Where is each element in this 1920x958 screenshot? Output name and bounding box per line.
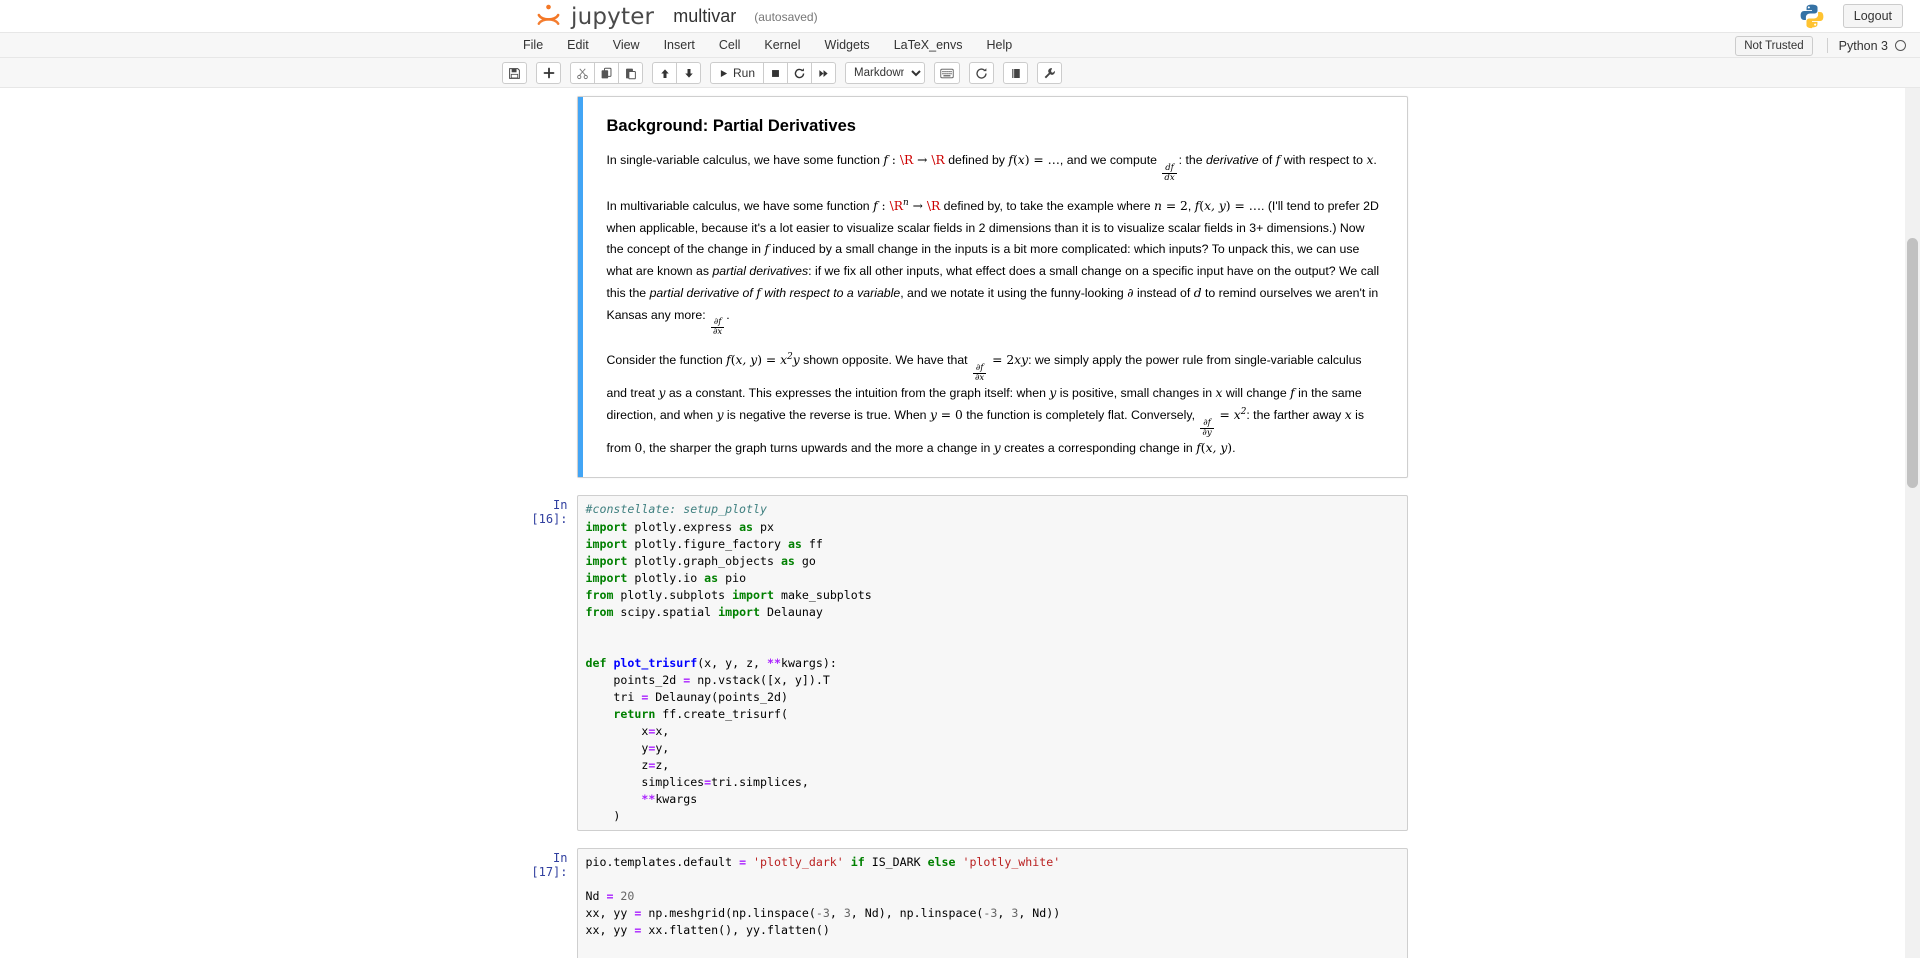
menu-bar: File Edit View Insert Cell Kernel Widget… xyxy=(0,33,1920,58)
notebook-toolbar: Run CodeMarkdownRaw NBConvertHeading xyxy=(0,58,1920,88)
command-palette-button[interactable] xyxy=(934,62,960,84)
python-logo-icon xyxy=(1799,3,1825,29)
menu-edit[interactable]: Edit xyxy=(555,33,601,58)
save-status: (autosaved) xyxy=(754,10,817,24)
trust-status-badge[interactable]: Not Trusted xyxy=(1735,36,1812,56)
save-button[interactable] xyxy=(502,62,527,84)
interrupt-kernel-button[interactable] xyxy=(763,62,788,84)
cell-spacer xyxy=(513,481,1408,495)
nbextensions-config-button[interactable] xyxy=(1037,62,1062,84)
cell-prompt-in-17: In [17]: xyxy=(513,848,577,958)
cell-prompt xyxy=(513,96,577,478)
toggle-toc-button[interactable] xyxy=(1003,62,1028,84)
toolbar-group-move xyxy=(652,62,701,84)
paragraph-3: Consider the function f(x, y) = x2y show… xyxy=(607,350,1383,459)
markdown-rendered-body[interactable]: Background: Partial Derivatives In singl… xyxy=(583,97,1407,477)
kernel-name-label: Python 3 xyxy=(1839,39,1888,53)
cut-cell-button[interactable] xyxy=(570,62,595,84)
toolbar-group-nbextensions xyxy=(1037,62,1062,84)
toolbar-group-save xyxy=(502,62,527,84)
toggle-spellcheck-button[interactable] xyxy=(969,62,994,84)
move-cell-up-button[interactable] xyxy=(652,62,677,84)
jupyter-wordmark: jupyter xyxy=(571,4,654,30)
run-button-label: Run xyxy=(733,66,755,80)
notebook-name[interactable]: multivar xyxy=(673,6,736,27)
notebook-cell-list: Background: Partial Derivatives In singl… xyxy=(513,88,1408,958)
menu-cell[interactable]: Cell xyxy=(707,33,753,58)
page-title: Background: Partial Derivatives xyxy=(607,117,1383,136)
menu-latex-envs[interactable]: LaTeX_envs xyxy=(882,33,975,58)
toolbar-inner: Run CodeMarkdownRaw NBConvertHeading xyxy=(502,58,1071,88)
menu-file[interactable]: File xyxy=(511,33,555,58)
notebook-cell-markdown-background[interactable]: Background: Partial Derivatives In singl… xyxy=(513,96,1408,478)
code-editor-16[interactable]: #constellate: setup_plotly import plotly… xyxy=(578,496,1407,830)
notebook-cell-code-17[interactable]: In [17]: pio.templates.default = 'plotly… xyxy=(513,848,1408,958)
move-cell-down-button[interactable] xyxy=(676,62,701,84)
menu-kernel[interactable]: Kernel xyxy=(752,33,812,58)
paragraph-2: In multivariable calculus, we have some … xyxy=(607,196,1383,338)
toolbar-group-toc xyxy=(1003,62,1028,84)
play-icon xyxy=(719,68,729,79)
restart-kernel-button[interactable] xyxy=(787,62,812,84)
markdown-cell-box[interactable]: Background: Partial Derivatives In singl… xyxy=(577,96,1408,478)
toolbar-group-insert xyxy=(536,62,561,84)
code-cell-box-16[interactable]: #constellate: setup_plotly import plotly… xyxy=(577,495,1408,831)
cell-spacer xyxy=(513,834,1408,848)
notebook-cell-code-16[interactable]: In [16]: #constellate: setup_plotly impo… xyxy=(513,495,1408,831)
menu-view[interactable]: View xyxy=(601,33,652,58)
toolbar-group-spellcheck xyxy=(969,62,994,84)
menu-help[interactable]: Help xyxy=(975,33,1025,58)
toolbar-group-clipboard xyxy=(570,62,643,84)
logout-button[interactable]: Logout xyxy=(1843,4,1903,28)
restart-and-run-all-button[interactable] xyxy=(811,62,836,84)
code-editor-17[interactable]: pio.templates.default = 'plotly_dark' if… xyxy=(578,849,1407,958)
jupyter-logo-icon xyxy=(535,3,562,30)
paste-cell-button[interactable] xyxy=(618,62,643,84)
cell-type-select[interactable]: CodeMarkdownRaw NBConvertHeading xyxy=(845,62,925,84)
paragraph-1: In single-variable calculus, we have som… xyxy=(607,150,1383,183)
toolbar-group-run: Run xyxy=(710,62,836,84)
code-cell-box-17[interactable]: pio.templates.default = 'plotly_dark' if… xyxy=(577,848,1408,958)
menu-items: File Edit View Insert Cell Kernel Widget… xyxy=(511,33,1024,58)
menu-bar-right: Not Trusted Python 3 xyxy=(1735,33,1906,58)
cell-prompt-in-16: In [16]: xyxy=(513,495,577,831)
toolbar-group-palette xyxy=(934,62,960,84)
menu-insert[interactable]: Insert xyxy=(652,33,707,58)
kernel-idle-circle-icon[interactable] xyxy=(1895,40,1906,51)
jupyter-brand[interactable]: jupyter multivar (autosaved) xyxy=(535,0,818,33)
notebook-scroll-area[interactable]: Background: Partial Derivatives In singl… xyxy=(0,88,1920,958)
run-cell-button[interactable]: Run xyxy=(710,62,764,84)
insert-cell-button[interactable] xyxy=(536,62,561,84)
menu-widgets[interactable]: Widgets xyxy=(813,33,882,58)
copy-cell-button[interactable] xyxy=(594,62,619,84)
scrollbar-thumb[interactable] xyxy=(1907,238,1918,488)
notebook-header: jupyter multivar (autosaved) Logout xyxy=(0,0,1920,33)
vertical-scrollbar[interactable] xyxy=(1905,88,1920,958)
left-margin xyxy=(0,88,504,958)
divider xyxy=(1827,38,1828,53)
